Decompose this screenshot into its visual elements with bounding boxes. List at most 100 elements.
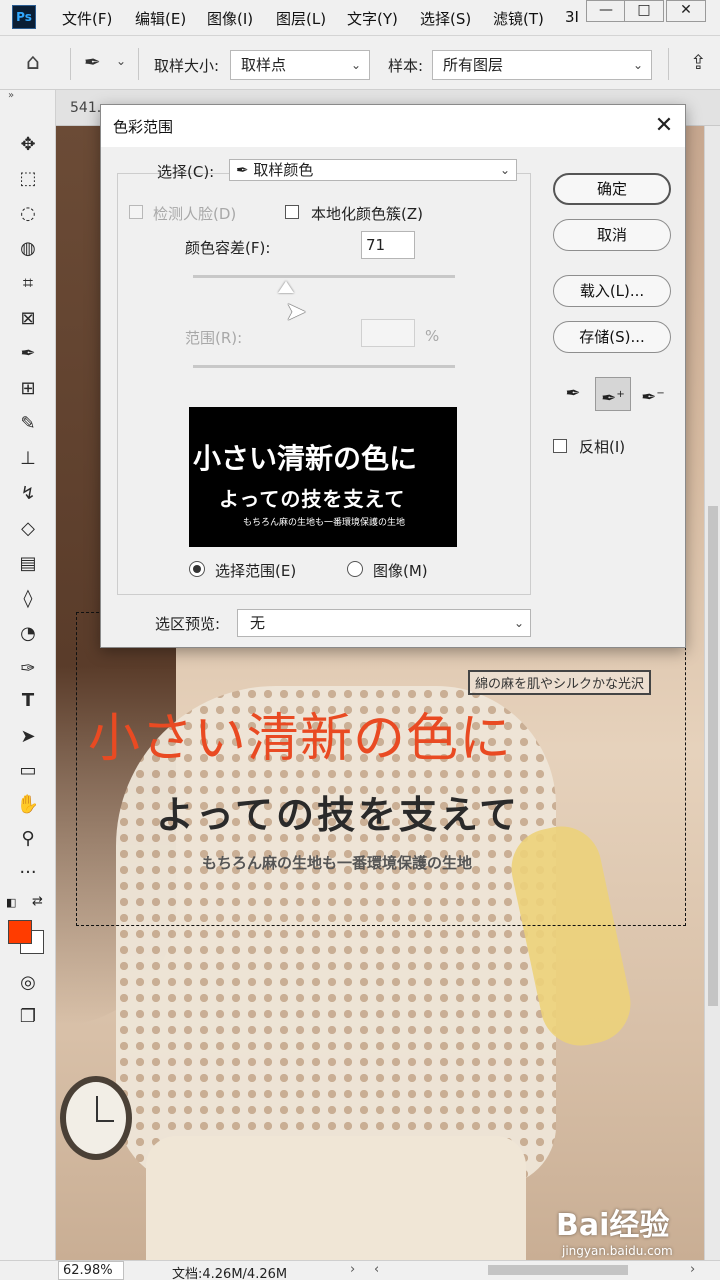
swap-colors-icon[interactable]: ⇄ [32,894,43,909]
chevron-down-icon: ⌄ [350,58,361,72]
menu-file[interactable]: 文件(F) [62,8,112,29]
blur-tool-icon[interactable]: ◊ [14,586,42,612]
scroll-left-icon[interactable]: ‹ [374,1262,379,1277]
zoom-field[interactable]: 62.98% [58,1261,124,1280]
status-bar: 62.98% 文档:4.26M/4.26M › ‹ › [0,1260,720,1280]
localized-clusters-label: 本地化颜色簇(Z) [311,205,423,223]
sample-size-select[interactable]: 取样点 ⌄ [230,50,370,80]
clock-hand [96,1096,98,1122]
close-icon[interactable]: ✕ [666,0,706,22]
menu-edit[interactable]: 编辑(E) [135,8,186,29]
history-brush-tool-icon[interactable]: ↯ [14,481,42,507]
clock-hand [96,1120,114,1122]
selection-radio-label: 选择范围(E) [215,562,297,580]
pen-tool-icon[interactable]: ✑ [14,656,42,682]
vertical-scrollbar[interactable] [704,126,720,1260]
crop-tool-icon[interactable]: ⌗ [14,271,42,297]
brush-tool-icon[interactable]: ✎ [14,411,42,437]
share-icon[interactable]: ⇪ [690,50,707,74]
image-radio[interactable] [347,561,363,577]
scroll-right-icon[interactable]: › [690,1262,695,1277]
path-selection-tool-icon[interactable]: ➤ [14,724,42,750]
eyedropper-icon[interactable]: ✒ [555,377,591,411]
detect-faces-label: 检测人脸(D) [153,205,237,223]
fuzziness-input[interactable]: 71 [361,231,415,259]
invert-label: 反相(I) [579,438,626,456]
eyedropper-tool-preset-icon[interactable]: ✒ [84,50,101,74]
document-info[interactable]: 文档:4.26M/4.26M [172,1263,287,1280]
photo-skirt [146,1136,526,1260]
marquee-tool-icon[interactable]: ⬚ [14,166,42,192]
ok-button[interactable]: 确定 [553,173,671,205]
hand-tool-icon[interactable]: ✋ [14,792,42,818]
zoom-tool-icon[interactable]: ⚲ [14,826,42,852]
menu-layer[interactable]: 图层(L) [276,8,326,29]
maximize-icon[interactable]: □ [624,0,664,22]
quick-selection-tool-icon[interactable]: ◍ [14,236,42,262]
detect-faces-checkbox[interactable] [129,205,143,219]
screen-mode-icon[interactable]: ❐ [14,1004,42,1030]
eyedropper-icon: ✒ [236,161,254,179]
move-tool-icon[interactable]: ✥ [14,132,42,158]
add-to-sample-eyedropper-icon[interactable]: ✒+ [595,377,631,411]
sample-select[interactable]: 所有图层 ⌄ [432,50,652,80]
minimize-icon[interactable]: — [586,0,626,22]
options-bar: ⌂ ✒ ⌄ 取样大小: 取样点 ⌄ 样本: 所有图层 ⌄ ⇪ [0,36,720,90]
dialog-titlebar[interactable]: 色彩范围 ✕ [101,105,685,147]
selection-radio[interactable] [189,561,205,577]
close-icon[interactable]: ✕ [649,111,679,141]
range-slider-track[interactable] [193,365,455,368]
save-button[interactable]: 存储(S)... [553,321,671,353]
default-colors-icon[interactable]: ◧ [6,896,16,909]
sample-value: 所有图层 [443,56,504,74]
menu-select[interactable]: 选择(S) [420,8,471,29]
preview-text-line2: よっての技を支えて [219,487,406,511]
foreground-color-swatch[interactable] [8,920,32,944]
scrollbar-thumb[interactable] [708,506,718,1006]
collapse-icon[interactable]: » [8,90,14,101]
subtract-from-sample-eyedropper-icon[interactable]: ✒− [635,377,671,411]
mouse-cursor-icon: ➤ [285,297,307,327]
photo-clock [60,1076,132,1160]
menu-image[interactable]: 图像(I) [207,8,253,29]
cancel-button[interactable]: 取消 [553,219,671,251]
menu-3d[interactable]: 3I [565,8,579,26]
gradient-tool-icon[interactable]: ▤ [14,551,42,577]
menu-type[interactable]: 文字(Y) [347,8,398,29]
quick-mask-icon[interactable]: ◎ [14,970,42,996]
color-range-dialog: 色彩范围 ✕ 选择(C): ✒ 取样颜色 ⌄ 检测人脸(D) 本地化颜色簇(Z)… [100,104,686,648]
type-tool-icon[interactable]: T [14,688,42,714]
fuzziness-slider-thumb[interactable] [278,281,294,293]
divider [138,48,139,80]
home-icon[interactable]: ⌂ [26,50,40,75]
horizontal-scrollbar-thumb[interactable] [488,1265,628,1275]
eyedropper-tool-icon[interactable]: ✒ [14,341,42,367]
more-tools-icon[interactable]: ··· [14,860,42,886]
selection-preview-value: 无 [250,614,266,632]
chevron-down-icon[interactable]: ⌄ [116,54,126,68]
stamp-tool-icon[interactable]: ⊥ [14,446,42,472]
lasso-tool-icon[interactable]: ◌ [14,201,42,227]
frame-tool-icon[interactable]: ⊠ [14,306,42,332]
select-dropdown[interactable]: ✒ 取样颜色 ⌄ [229,159,517,181]
invert-checkbox[interactable] [553,439,567,453]
selection-preview-image[interactable]: 小さい清新の色に よっての技を支えて もちろん麻の生地も一番環境保護の生地 [189,407,457,547]
divider [668,48,669,80]
eraser-tool-icon[interactable]: ◇ [14,516,42,542]
localized-clusters-checkbox[interactable] [285,205,299,219]
menu-filter[interactable]: 滤镜(T) [493,8,544,29]
dodge-tool-icon[interactable]: ◔ [14,621,42,647]
selection-preview-label: 选区预览: [155,615,221,633]
select-value: 取样颜色 [253,161,314,179]
load-button[interactable]: 载入(L)... [553,275,671,307]
selection-preview-select[interactable]: 无 ⌄ [237,609,531,637]
dialog-title: 色彩范围 [113,118,174,136]
sample-size-value: 取样点 [241,56,287,74]
healing-brush-tool-icon[interactable]: ⊞ [14,376,42,402]
range-input[interactable] [361,319,415,347]
fuzziness-slider-track[interactable] [193,275,455,278]
chevron-right-icon[interactable]: › [350,1262,355,1277]
rectangle-tool-icon[interactable]: ▭ [14,758,42,784]
range-unit: % [425,327,440,345]
select-label: 选择(C): [157,163,215,181]
